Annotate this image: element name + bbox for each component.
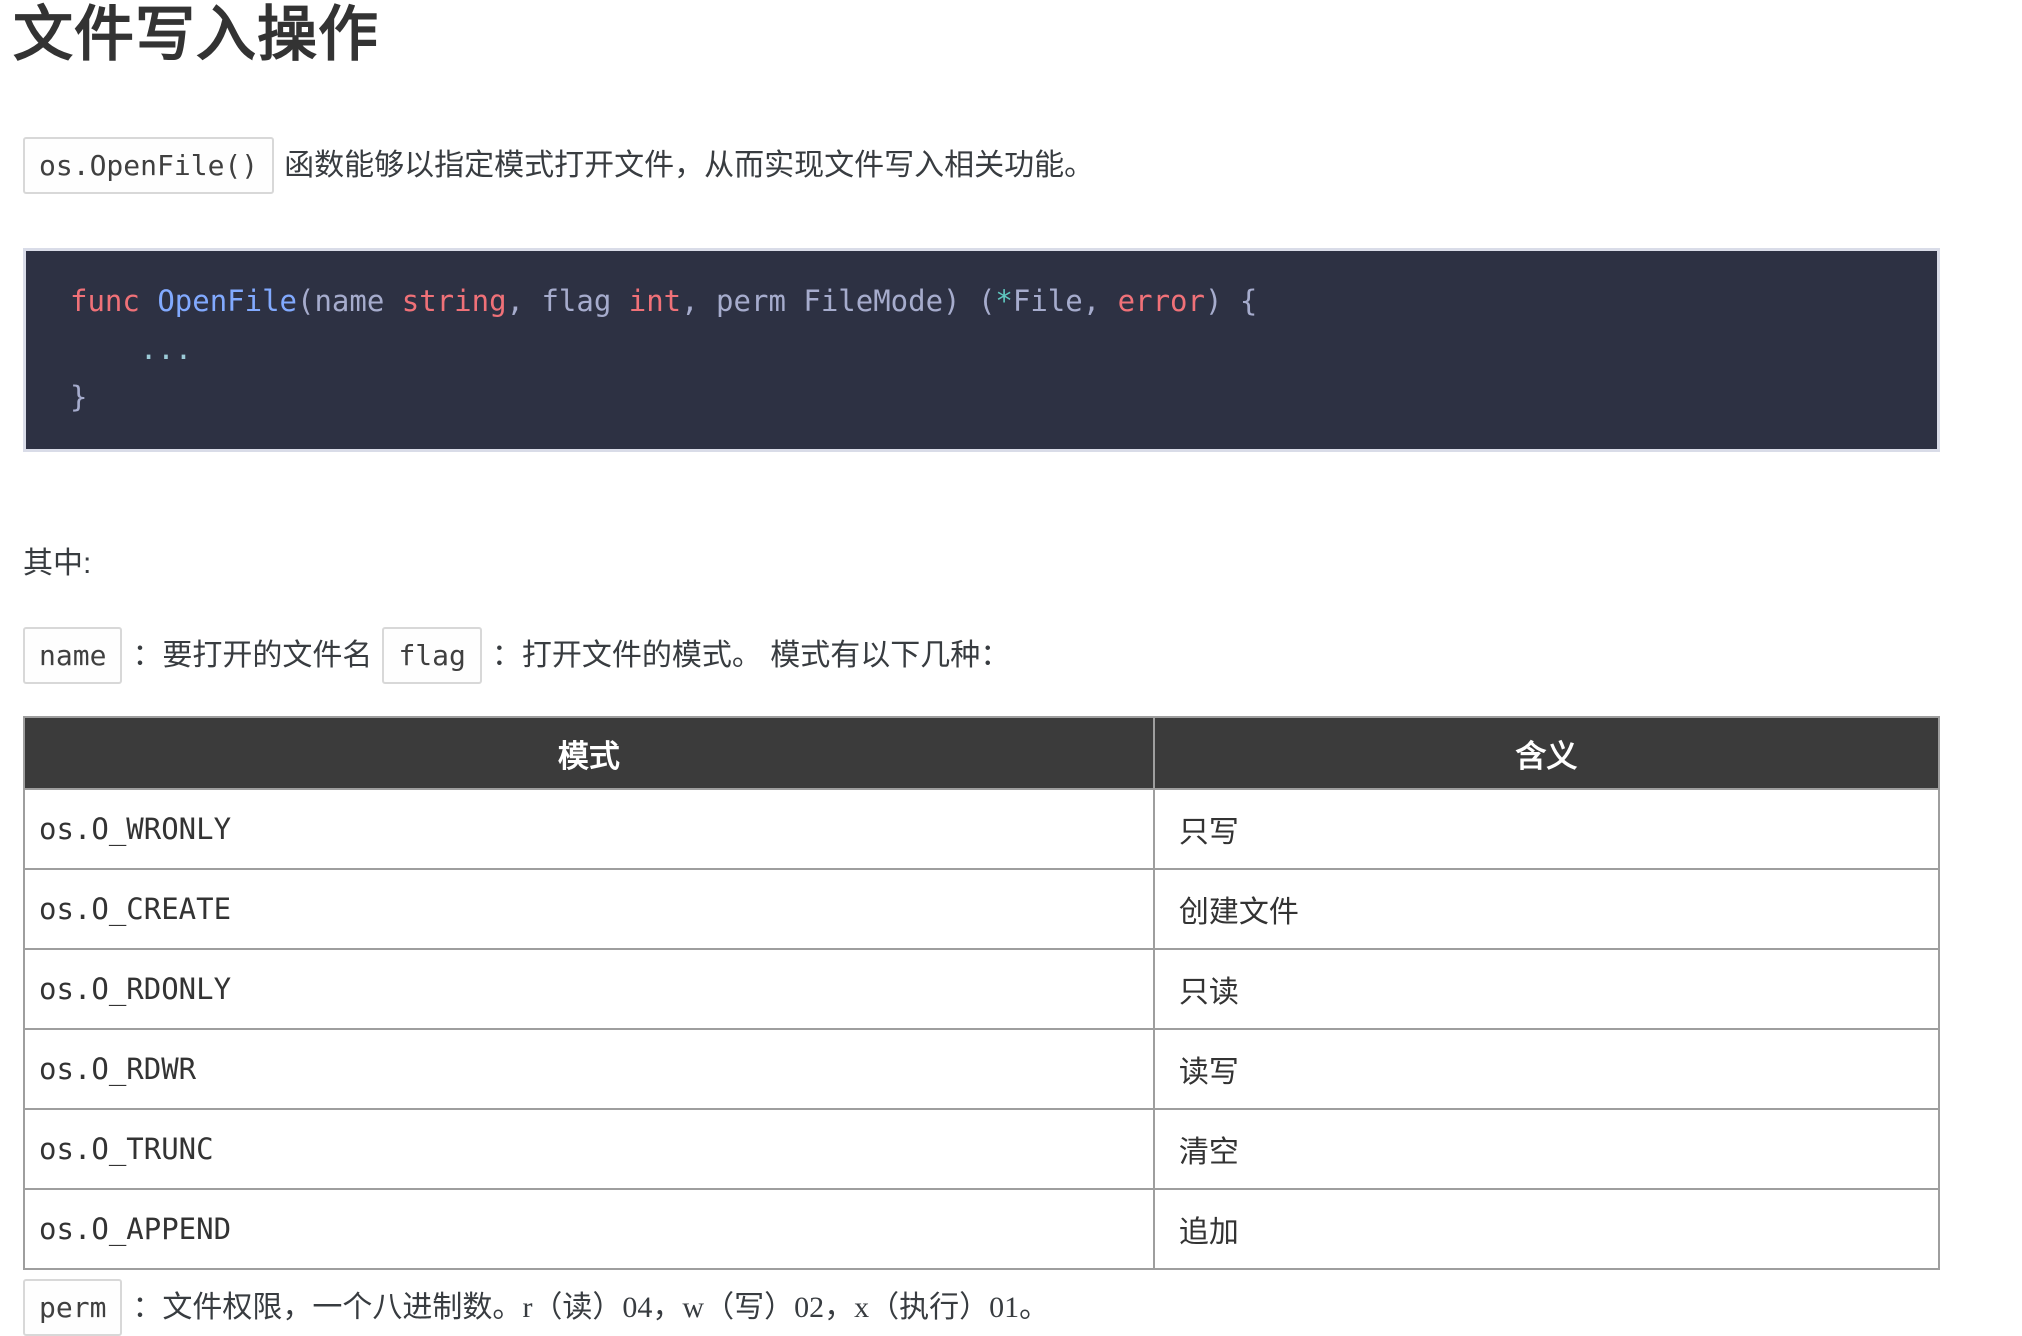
code-token-plain: File, — [1013, 284, 1118, 318]
code-token-plain: ) { — [1205, 284, 1257, 318]
code-token-keyword: int — [629, 284, 681, 318]
code-token-ellipsis: ... — [70, 332, 192, 366]
among-paragraph: 其中: — [23, 538, 1940, 590]
inline-code-flag: flag — [382, 627, 481, 684]
mode-cell: os.O_RDONLY — [24, 949, 1154, 1029]
mode-cell: os.O_WRONLY — [24, 789, 1154, 869]
table-row: os.O_WRONLY只写 — [24, 789, 1939, 869]
table-header-row: 模式 含义 — [24, 717, 1939, 789]
flag-modes-table: 模式 含义 os.O_WRONLY只写os.O_CREATE创建文件os.O_R… — [23, 716, 1940, 1270]
code-token-plain — [140, 284, 157, 318]
table-row: os.O_TRUNC清空 — [24, 1109, 1939, 1189]
meaning-cell: 只写 — [1154, 789, 1939, 869]
meaning-cell: 创建文件 — [1154, 869, 1939, 949]
code-token-plain: } — [70, 380, 87, 414]
document: 文件写入操作 os.OpenFile()函数能够以指定模式打开文件，从而实现文件… — [23, 2, 1940, 1334]
code-token-plain: (name — [297, 284, 402, 318]
intro-text: 函数能够以指定模式打开文件，从而实现文件写入相关功能。 — [284, 149, 1094, 182]
inline-code-name: name — [23, 627, 122, 684]
meaning-cell: 只读 — [1154, 949, 1939, 1029]
mode-cell: os.O_CREATE — [24, 869, 1154, 949]
code-token-plain: , flag — [507, 284, 629, 318]
inline-code-os-openfile: os.OpenFile() — [23, 137, 274, 194]
meaning-cell: 读写 — [1154, 1029, 1939, 1109]
header-meaning: 含义 — [1154, 717, 1939, 789]
code-token-function: OpenFile — [157, 284, 297, 318]
table-row: os.O_CREATE创建文件 — [24, 869, 1939, 949]
code-token-operator: * — [995, 284, 1012, 318]
meaning-cell: 清空 — [1154, 1109, 1939, 1189]
table-body: os.O_WRONLY只写os.O_CREATE创建文件os.O_RDONLY只… — [24, 789, 1939, 1269]
meaning-cell: 追加 — [1154, 1189, 1939, 1269]
params-paragraph: name ：要打开的文件名 flag ：打开文件的模式。 模式有以下几种： — [23, 630, 1940, 682]
flag-desc: ：打开文件的模式。 模式有以下几种： — [492, 639, 1010, 672]
page-title: 文件写入操作 — [13, 2, 1940, 68]
code-block: func OpenFile(name string, flag int, per… — [23, 248, 1940, 452]
table-row: os.O_RDWR读写 — [24, 1029, 1939, 1109]
header-mode: 模式 — [24, 717, 1154, 789]
mode-cell: os.O_TRUNC — [24, 1109, 1154, 1189]
code-token-plain: , perm FileMode) ( — [681, 284, 995, 318]
table-head: 模式 含义 — [24, 717, 1939, 789]
mode-cell: os.O_APPEND — [24, 1189, 1154, 1269]
perm-paragraph: perm ：文件权限，一个八进制数。r（读）04，w（写）02，x（执行）01。 — [23, 1282, 1940, 1334]
perm-desc: ：文件权限，一个八进制数。 — [132, 1291, 522, 1324]
name-desc: ：要打开的文件名 — [132, 639, 372, 672]
table-row: os.O_APPEND追加 — [24, 1189, 1939, 1269]
inline-code-perm: perm — [23, 1279, 122, 1336]
table-row: os.O_RDONLY只读 — [24, 949, 1939, 1029]
code-token-keyword: string — [402, 284, 507, 318]
intro-paragraph: os.OpenFile() 函数能够以指定模式打开文件，从而实现文件写入相关功能。 — [23, 140, 1940, 192]
code-token-keyword: func — [70, 284, 140, 318]
code-content: func OpenFile(name string, flag int, per… — [70, 277, 1937, 421]
code-token-keyword: error — [1118, 284, 1205, 318]
mode-cell: os.O_RDWR — [24, 1029, 1154, 1109]
perm-values: r（读）04，w（写）02，x（执行）01。 — [522, 1291, 1049, 1324]
